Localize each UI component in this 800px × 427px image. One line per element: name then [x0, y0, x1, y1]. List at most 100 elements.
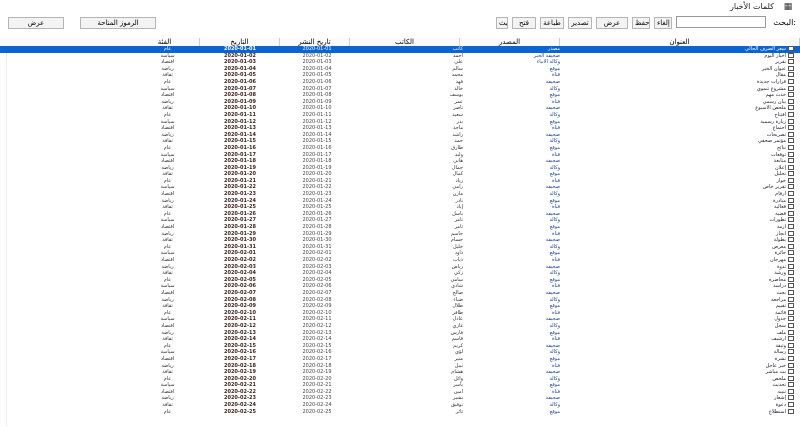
column-category[interactable]: الفئة [130, 38, 200, 46]
row-checkbox[interactable] [788, 283, 794, 289]
table-row[interactable]: معرض وكالة خليل 2020-01-31 2020-01-31 عام [0, 243, 800, 251]
table-row[interactable]: ندوة صحيفة رياض 2020-02-03 2020-02-03 رياضة [0, 263, 800, 271]
row-checkbox[interactable] [788, 171, 794, 177]
table-row[interactable]: بطولة صحيفة حسام 2020-01-30 2020-01-30 ثقافة [0, 237, 800, 244]
row-checkbox[interactable] [788, 72, 794, 78]
row-checkbox[interactable] [788, 388, 794, 394]
table-row[interactable]: قضية صحيفة باسل 2020-01-26 2020-01-26 عام [0, 210, 800, 218]
row-checkbox[interactable] [788, 243, 794, 249]
row-checkbox[interactable] [788, 316, 794, 322]
table-row[interactable]: جدول صحيفة عادل 2020-02-11 2020-02-11 سياسة [0, 316, 800, 323]
table-row[interactable]: أزمة موقع ثامر 2020-01-28 2020-01-28 اقتصاد [0, 224, 800, 231]
row-checkbox[interactable] [788, 382, 794, 388]
column-title[interactable]: العنوان [560, 38, 800, 46]
table-row[interactable]: مهرجان قناة ذياب 2020-02-02 2020-02-02 اقتصاد [0, 257, 800, 264]
row-checkbox[interactable] [788, 118, 794, 124]
toolbar-button-5[interactable]: طباعة [540, 17, 564, 29]
row-checkbox[interactable] [788, 395, 794, 401]
column-source[interactable]: المصدر [460, 38, 560, 46]
row-checkbox[interactable] [788, 289, 794, 295]
available-symbols-button[interactable]: الرموز المتاحة [80, 17, 156, 29]
row-checkbox[interactable] [788, 309, 794, 315]
table-row[interactable]: فعالية قناة إياد 2020-01-25 2020-01-25 ثقافة [0, 204, 800, 211]
table-row[interactable]: تقييم موقع طلال 2020-02-09 2020-02-09 ثقافة [0, 303, 800, 310]
toolbar-button-4[interactable]: تصدير [568, 17, 592, 29]
row-checkbox[interactable] [788, 408, 794, 414]
row-checkbox[interactable] [788, 144, 794, 150]
table-row[interactable]: نتائج موقع طارق 2020-01-16 2020-01-16 عام [0, 144, 800, 152]
table-row[interactable]: زيارة رسمية موقع بدر 2020-01-12 2020-01-12 سي… [0, 118, 800, 126]
row-checkbox[interactable] [788, 303, 794, 309]
row-checkbox[interactable] [788, 105, 794, 111]
row-checkbox[interactable] [788, 78, 794, 84]
table-row[interactable]: إشعار صحيفة بشير 2020-02-23 2020-02-23 رياضة [0, 395, 800, 402]
row-checkbox[interactable] [788, 138, 794, 144]
column-author[interactable]: الكاتب [350, 38, 460, 46]
table-row[interactable]: انجاز قناة جاسم 2020-01-29 2020-01-29 رياضة [0, 230, 800, 238]
table-row[interactable]: بث مباشر صحيفة هشام 2020-02-19 2020-02-19 ثقا… [0, 369, 800, 376]
row-checkbox[interactable] [788, 217, 794, 223]
table-row[interactable]: توقعات قناة وليد 2020-01-17 2020-01-17 سياسة [0, 151, 800, 159]
table-row[interactable]: رسالة وكالة لؤي 2020-02-16 2020-02-16 سياسة [0, 349, 800, 356]
row-checkbox[interactable] [788, 151, 794, 157]
toolbar-button-6[interactable]: فتح [512, 17, 536, 29]
row-checkbox[interactable] [788, 369, 794, 375]
toolbar-button-3[interactable]: عرض [596, 17, 628, 29]
row-checkbox[interactable] [788, 59, 794, 65]
table-row[interactable]: سعر الصرف الحالي مصدر كاتب 2020-01-01 2020-0… [0, 46, 800, 53]
table-row[interactable]: أرشيف قناة قاسم 2020-02-14 2020-02-14 ثقافة [0, 336, 800, 343]
row-checkbox[interactable] [788, 92, 794, 98]
row-checkbox[interactable] [788, 296, 794, 302]
table-row[interactable]: حوار قناة زياد 2020-01-21 2020-01-21 عام [0, 177, 800, 185]
row-checkbox[interactable] [788, 270, 794, 276]
table-row[interactable]: تحديث موقع ياسر 2020-02-21 2020-02-21 سياسة [0, 382, 800, 389]
row-checkbox[interactable] [788, 125, 794, 131]
table-row[interactable]: قرارات جديدة صحيفة فهد 2020-01-06 2020-01-06… [0, 78, 800, 86]
row-checkbox[interactable] [788, 65, 794, 71]
row-checkbox[interactable] [788, 375, 794, 381]
table-row[interactable]: دراسة قناة شادي 2020-02-06 2020-02-06 سياسة [0, 283, 800, 290]
row-checkbox[interactable] [788, 184, 794, 190]
row-checkbox[interactable] [788, 362, 794, 368]
table-row[interactable]: ملف موقع فارس 2020-02-13 2020-02-13 رياضة [0, 329, 800, 337]
row-checkbox[interactable] [788, 230, 794, 236]
toolbar-button-1[interactable]: إلغاء [654, 17, 672, 29]
table-row[interactable]: اجتماع قناة ماجد 2020-01-13 2020-01-13 اقتصاد [0, 125, 800, 132]
table-row[interactable]: خبر عاجل قناة نبيل 2020-02-18 2020-02-18 رياض… [0, 362, 800, 370]
table-row[interactable]: مراجعة وكالة ضياء 2020-02-08 2020-02-08 رياضة [0, 296, 800, 304]
row-checkbox[interactable] [788, 237, 794, 243]
table-row[interactable]: سجل وكالة غازي 2020-02-12 2020-02-12 اقتصاد [0, 322, 800, 330]
table-row[interactable]: تطورات وكالة تامر 2020-01-27 2020-01-27 سياسة [0, 217, 800, 224]
row-checkbox[interactable] [788, 164, 794, 170]
view-button[interactable]: عرض [8, 17, 64, 29]
toolbar-button-7[interactable]: تحديث [496, 17, 508, 29]
row-checkbox[interactable] [788, 85, 794, 91]
table-row[interactable]: مشروع تنموي وكالة خالد 2020-01-07 2020-01-07… [0, 85, 800, 93]
row-checkbox[interactable] [788, 342, 794, 348]
row-checkbox[interactable] [788, 98, 794, 104]
toolbar-button-2[interactable]: حفظ [632, 17, 650, 29]
column-publish-date[interactable]: تاريخ النشر [280, 38, 350, 46]
row-checkbox[interactable] [788, 204, 794, 210]
row-checkbox[interactable] [788, 329, 794, 335]
row-checkbox[interactable] [788, 355, 794, 361]
row-checkbox[interactable] [788, 322, 794, 328]
row-checkbox[interactable] [788, 111, 794, 117]
row-checkbox[interactable] [788, 177, 794, 183]
search-input[interactable] [676, 16, 766, 28]
table-row[interactable]: نشرة موقع منير 2020-02-17 2020-02-17 اقتصاد [0, 355, 800, 363]
column-date[interactable]: التاريخ [200, 38, 280, 46]
table-row[interactable]: تصريحات صحيفة راشد 2020-01-14 2020-01-14 رياض… [0, 131, 800, 139]
table-row[interactable]: أخبار اليوم صحيفة الخبر احمد 2020-01-02 2020… [0, 52, 800, 60]
table-row[interactable]: دعوة وكالة توفيق 2020-02-24 2020-02-24 ثقافة [0, 402, 800, 409]
table-row[interactable]: متابعة صحيفة هاني 2020-01-18 2020-01-18 اقتصا… [0, 158, 800, 165]
row-checkbox[interactable] [788, 191, 794, 197]
table-row[interactable]: تقرير وكالة الأنباء علي 2020-01-03 2020-01-0… [0, 59, 800, 66]
table-row[interactable]: وثيقة صحيفة كريم 2020-02-15 2020-02-15 عام [0, 342, 800, 350]
row-checkbox[interactable] [788, 336, 794, 342]
row-checkbox[interactable] [788, 276, 794, 282]
row-checkbox[interactable] [788, 131, 794, 137]
row-checkbox[interactable] [788, 349, 794, 355]
table-row[interactable]: أرقام وكالة مازن 2020-01-23 2020-01-23 اقتصاد [0, 191, 800, 198]
row-checkbox[interactable] [788, 52, 794, 58]
